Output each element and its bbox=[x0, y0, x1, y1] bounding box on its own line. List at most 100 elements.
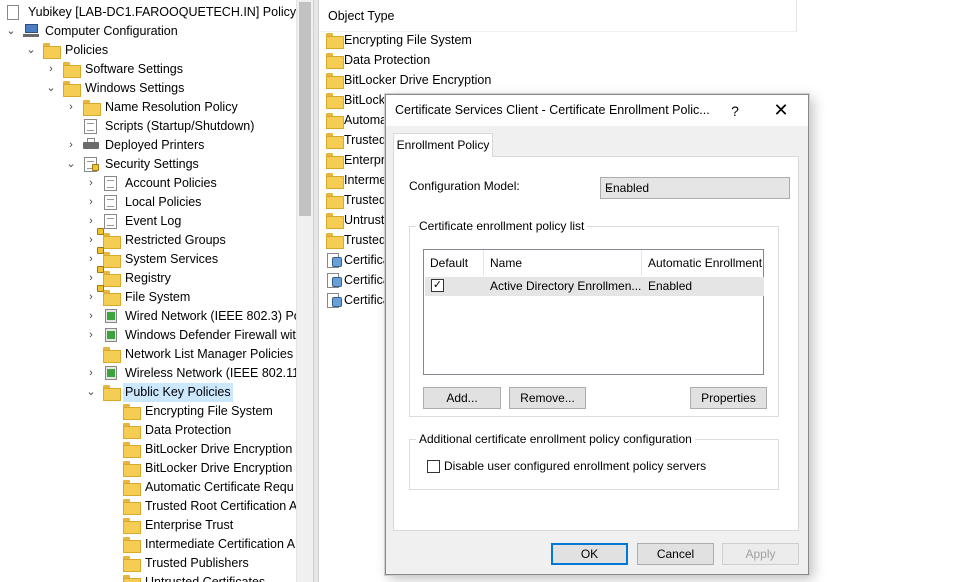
collapsed-chevron-icon[interactable]: › bbox=[85, 250, 97, 269]
policy-auto-enrollment: Enabled bbox=[648, 279, 693, 293]
cancel-button[interactable]: Cancel bbox=[637, 543, 714, 565]
column-header-name[interactable]: Name bbox=[484, 250, 642, 276]
ok-button[interactable]: OK bbox=[551, 543, 628, 565]
collapsed-chevron-icon[interactable]: › bbox=[85, 269, 97, 288]
tree-item-label: Untrusted Certificates bbox=[145, 575, 266, 582]
tree-item-label: Security Settings bbox=[105, 157, 199, 171]
disable-user-servers-checkbox[interactable] bbox=[427, 460, 440, 473]
collapsed-chevron-icon bbox=[105, 478, 117, 497]
config-model-select[interactable]: Enabled ⌄ bbox=[600, 177, 790, 199]
tree-item-label: Restricted Groups bbox=[125, 233, 226, 247]
tree-item-label: Software Settings bbox=[85, 62, 183, 76]
collapsed-chevron-icon[interactable]: › bbox=[65, 98, 77, 117]
folder-icon bbox=[123, 518, 141, 534]
list-item[interactable]: Trusted People bbox=[319, 230, 428, 250]
tab-enrollment-policy[interactable]: Enrollment Policy bbox=[393, 133, 493, 157]
security-settings-icon bbox=[83, 157, 99, 172]
collapsed-chevron-icon[interactable]: › bbox=[85, 307, 97, 326]
tree-item-label: Enterprise Trust bbox=[145, 518, 234, 532]
policy-list[interactable]: Default Name Automatic Enrollment ✓ Acti… bbox=[423, 249, 764, 375]
tree-item-label: Policies bbox=[65, 43, 109, 57]
tree-item-label: Automatic Certificate Requ bbox=[145, 480, 294, 494]
folder-icon bbox=[63, 62, 81, 78]
add-button[interactable]: Add... bbox=[423, 387, 501, 409]
remove-button[interactable]: Remove... bbox=[509, 387, 586, 409]
dialog-titlebar[interactable]: Certificate Services Client - Certificat… bbox=[386, 95, 808, 126]
apply-button[interactable]: Apply bbox=[722, 543, 799, 565]
column-header-default[interactable]: Default bbox=[424, 250, 484, 276]
column-header-automatic-enrollment[interactable]: Automatic Enrollment bbox=[642, 250, 764, 276]
expanded-chevron-icon[interactable]: ⌄ bbox=[45, 79, 57, 98]
list-item[interactable]: Trusted Publishers bbox=[319, 190, 448, 210]
folder-icon bbox=[123, 423, 141, 439]
list-item[interactable]: Untrusted Certificates bbox=[319, 210, 464, 230]
document-icon bbox=[83, 119, 99, 134]
tree-item-label: Local Policies bbox=[125, 195, 202, 209]
policy-list-group: Certificate enrollment policy list Defau… bbox=[409, 219, 779, 417]
disable-user-servers-label: Disable user configured enrollment polic… bbox=[444, 459, 707, 473]
expanded-chevron-icon[interactable]: ⌄ bbox=[65, 155, 77, 174]
expanded-chevron-icon[interactable]: ⌄ bbox=[25, 41, 37, 60]
expanded-chevron-icon[interactable]: ⌄ bbox=[5, 22, 17, 41]
collapsed-chevron-icon bbox=[105, 497, 117, 516]
folder-icon bbox=[123, 537, 141, 553]
default-checkbox[interactable]: ✓ bbox=[431, 279, 444, 292]
collapsed-chevron-icon[interactable]: › bbox=[85, 212, 97, 231]
list-item[interactable]: Trusted Root Certification Authorities bbox=[319, 130, 547, 150]
list-item[interactable]: BitLocker Drive Encryption bbox=[319, 90, 491, 110]
collapsed-chevron-icon[interactable]: › bbox=[85, 288, 97, 307]
column-header-object-type[interactable]: Object Type bbox=[319, 0, 797, 32]
policy-document-icon bbox=[103, 214, 119, 229]
locked-folder-icon bbox=[97, 228, 121, 249]
folder-icon bbox=[326, 113, 344, 129]
close-icon[interactable]: ✕ bbox=[766, 99, 796, 123]
tree-root-label: Yubikey [LAB-DC1.FAROOQUETECH.IN] Policy bbox=[28, 5, 297, 19]
list-item[interactable]: Certificate Services Client - Auto-Enrol… bbox=[319, 270, 587, 290]
collapsed-chevron-icon[interactable]: › bbox=[45, 60, 57, 79]
collapsed-chevron-icon[interactable]: › bbox=[65, 136, 77, 155]
help-button[interactable]: ? bbox=[724, 100, 746, 122]
network-policy-icon bbox=[103, 309, 119, 323]
list-item[interactable]: Certificate Services Client - Certificat… bbox=[319, 250, 655, 270]
list-item[interactable]: Enterprise Trust bbox=[319, 150, 432, 170]
expanded-chevron-icon[interactable]: ⌄ bbox=[85, 383, 97, 402]
collapsed-chevron-icon[interactable]: › bbox=[85, 174, 97, 193]
tree-scroll-thumb[interactable] bbox=[299, 2, 311, 216]
properties-button[interactable]: Properties bbox=[690, 387, 767, 409]
collapsed-chevron-icon bbox=[105, 535, 117, 554]
locked-folder-icon bbox=[97, 285, 121, 306]
additional-config-group-label: Additional certificate enrollment policy… bbox=[416, 432, 695, 446]
collapsed-chevron-icon[interactable]: › bbox=[85, 326, 97, 345]
list-item[interactable]: Certificate Path Validation Settings bbox=[319, 290, 536, 310]
list-item[interactable]: Data Protection bbox=[319, 50, 619, 70]
additional-config-group: Additional certificate enrollment policy… bbox=[409, 432, 779, 490]
folder-icon bbox=[43, 43, 61, 59]
folder-icon bbox=[326, 133, 344, 149]
policy-document-icon bbox=[103, 195, 119, 210]
folder-icon bbox=[326, 53, 344, 69]
collapsed-chevron-icon[interactable]: › bbox=[85, 193, 97, 212]
collapsed-chevron-icon[interactable]: › bbox=[85, 231, 97, 250]
column-header-label: Object Type bbox=[328, 9, 395, 23]
list-item[interactable]: Encrypting File System bbox=[319, 30, 619, 50]
folder-icon bbox=[326, 193, 344, 209]
collapsed-chevron-icon bbox=[105, 573, 117, 582]
tree-item-label: Wireless Network (IEEE 802.11) bbox=[125, 366, 304, 380]
tree-scrollbar[interactable] bbox=[296, 0, 313, 582]
locked-folder-icon bbox=[97, 266, 121, 287]
tree-item-label: Network List Manager Policies bbox=[125, 347, 294, 361]
folder-icon bbox=[123, 575, 141, 582]
tree-item-label: Trusted Publishers bbox=[145, 556, 249, 570]
collapsed-chevron-icon bbox=[105, 440, 117, 459]
collapsed-chevron-icon[interactable]: › bbox=[85, 364, 97, 383]
folder-icon bbox=[123, 480, 141, 496]
list-item[interactable]: Intermediate Certification Authorities bbox=[319, 170, 545, 190]
folder-icon bbox=[326, 233, 344, 249]
folder-icon bbox=[83, 100, 101, 116]
list-item[interactable]: Automatic Certificate Request Settings bbox=[319, 110, 558, 130]
folder-icon bbox=[103, 347, 121, 363]
list-item[interactable]: BitLocker Drive Encryption bbox=[319, 70, 619, 90]
policy-row[interactable]: ✓ Active Directory Enrollmen... Enabled bbox=[425, 277, 764, 296]
tree-item-label: Computer Configuration bbox=[45, 24, 178, 38]
tree-item-label: Public Key Policies bbox=[123, 383, 233, 402]
